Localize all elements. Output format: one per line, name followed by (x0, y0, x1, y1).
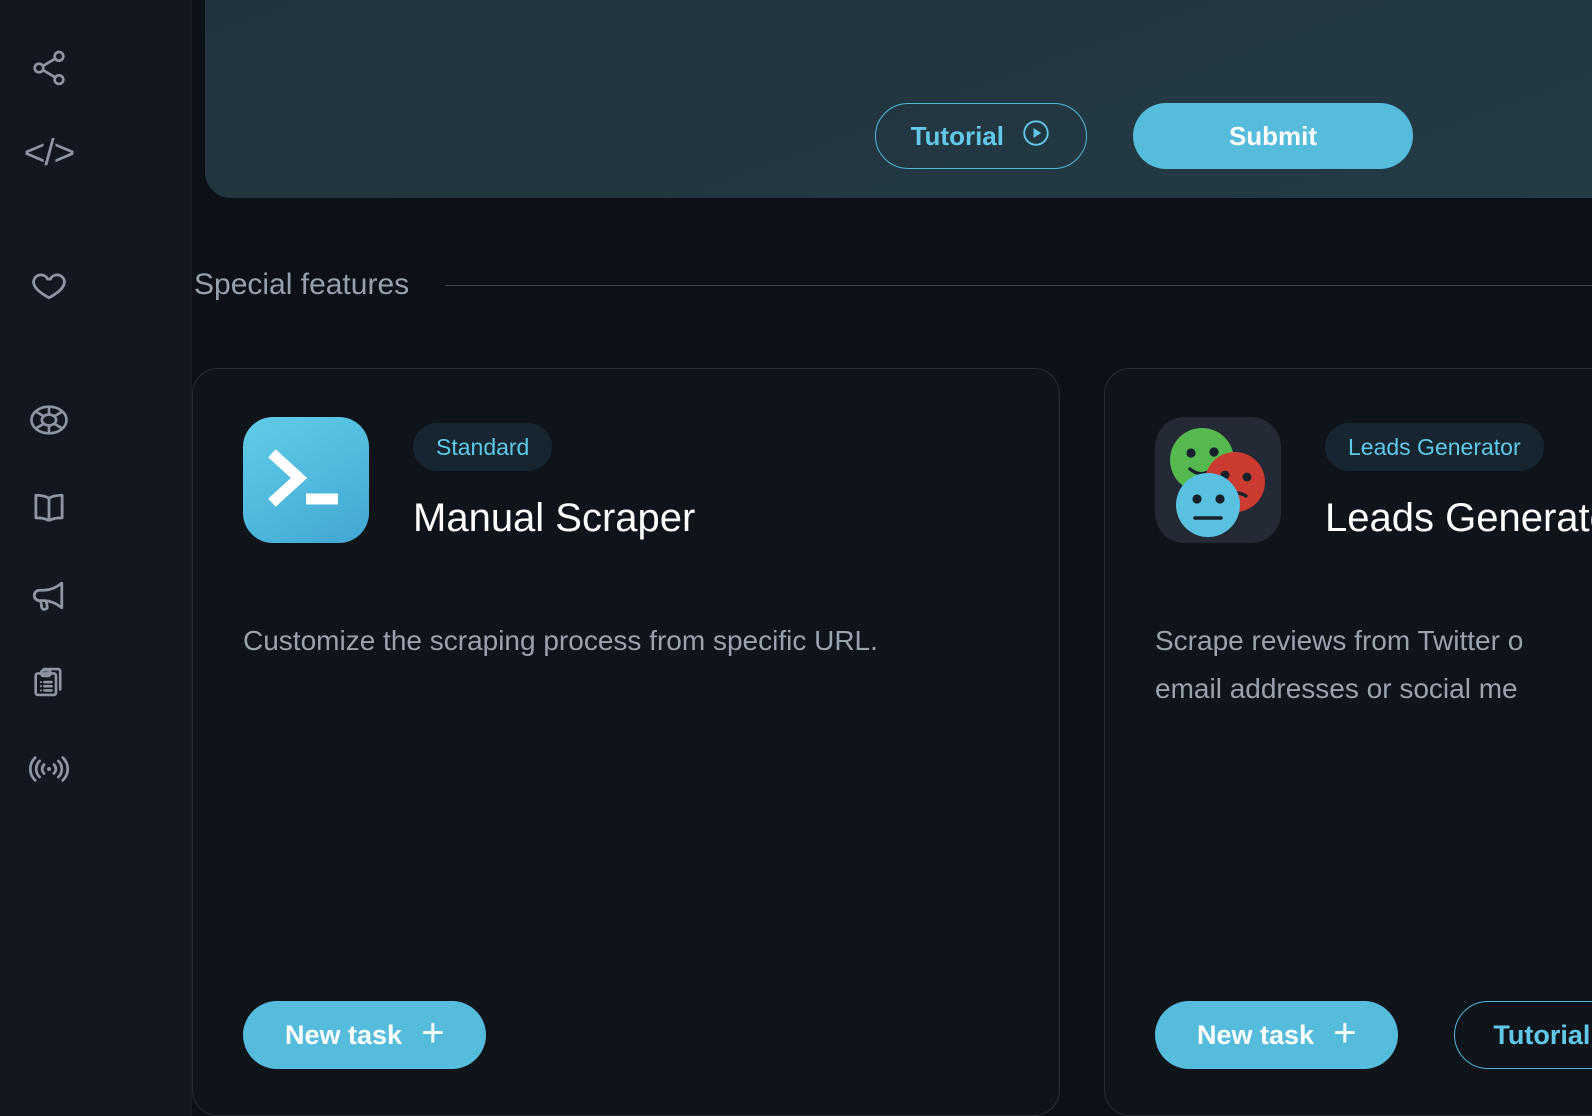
plus-icon: + (1333, 1011, 1357, 1055)
card-header: Leads Generator Leads Generator (1155, 417, 1592, 543)
card-header-text: Standard Manual Scraper (413, 417, 695, 541)
sidebar-item-support[interactable] (23, 394, 75, 446)
tutorial-button[interactable]: Tutorial (1454, 1001, 1592, 1069)
app-root: </> Tutorial Submit Special features Sta… (0, 0, 1592, 1116)
submit-button[interactable]: Submit (1133, 103, 1413, 169)
clipboard-icon (28, 661, 70, 703)
sidebar-item-favorites[interactable] (23, 262, 75, 314)
feature-cards: Standard Manual Scraper Customize the sc… (192, 368, 1592, 1116)
lifebuoy-icon (28, 399, 70, 441)
card-description: Scrape reviews from Twitter o email addr… (1155, 617, 1592, 713)
heart-icon (28, 267, 70, 309)
sidebar-item-tasks[interactable] (23, 656, 75, 708)
card-title: Manual Scraper (413, 496, 696, 540)
new-task-button-label: New task (285, 1019, 403, 1050)
book-icon (28, 487, 70, 529)
status-badge: Leads Generator (1325, 423, 1544, 471)
header-banner: Tutorial Submit (205, 0, 1592, 198)
share-icon (29, 48, 69, 88)
card-actions: New task + (243, 1001, 487, 1069)
sidebar-item-announcements[interactable] (23, 569, 75, 621)
tutorial-button-label: Tutorial (910, 120, 1004, 151)
sidebar-item-documentation[interactable] (23, 482, 75, 534)
card-description: Customize the scraping process from spec… (243, 617, 1033, 665)
new-task-button[interactable]: New task + (1155, 1001, 1399, 1069)
smiley-faces-icon (1155, 417, 1281, 543)
broadcast-icon (27, 747, 71, 791)
new-task-button[interactable]: New task + (243, 1001, 487, 1069)
sidebar: </> (0, 0, 192, 1116)
plus-icon: + (421, 1011, 445, 1055)
card-title: Leads Generator (1325, 496, 1592, 540)
feature-card-manual-scraper[interactable]: Standard Manual Scraper Customize the sc… (192, 368, 1060, 1116)
section-title: Special features (194, 268, 410, 301)
tutorial-button[interactable]: Tutorial (874, 103, 1087, 169)
status-badge: Standard (413, 423, 553, 471)
new-task-button-label: New task (1197, 1019, 1315, 1050)
code-icon: </> (23, 131, 75, 173)
header-actions: Tutorial Submit (874, 103, 1413, 169)
card-description-text: Scrape reviews from Twitter o email addr… (1155, 625, 1524, 704)
card-header-text: Leads Generator Leads Generator (1325, 417, 1592, 541)
terminal-icon (243, 417, 369, 543)
submit-button-label: Submit (1228, 120, 1318, 151)
sidebar-item-live[interactable] (23, 743, 75, 795)
card-actions: New task + Tutorial (1155, 1001, 1592, 1069)
section-divider (445, 284, 1592, 286)
megaphone-icon (28, 574, 70, 616)
sidebar-item-share[interactable] (23, 42, 75, 94)
card-header: Standard Manual Scraper (243, 417, 695, 543)
play-circle-icon (1021, 118, 1051, 155)
feature-card-leads-generator[interactable]: Leads Generator Leads Generator Scrape r… (1104, 368, 1592, 1116)
card-description-text: Customize the scraping process from spec… (243, 625, 878, 656)
special-features-section-header: Special features (194, 268, 1592, 302)
tutorial-button-label: Tutorial (1493, 1019, 1591, 1050)
sidebar-item-code[interactable]: </> (23, 126, 75, 178)
